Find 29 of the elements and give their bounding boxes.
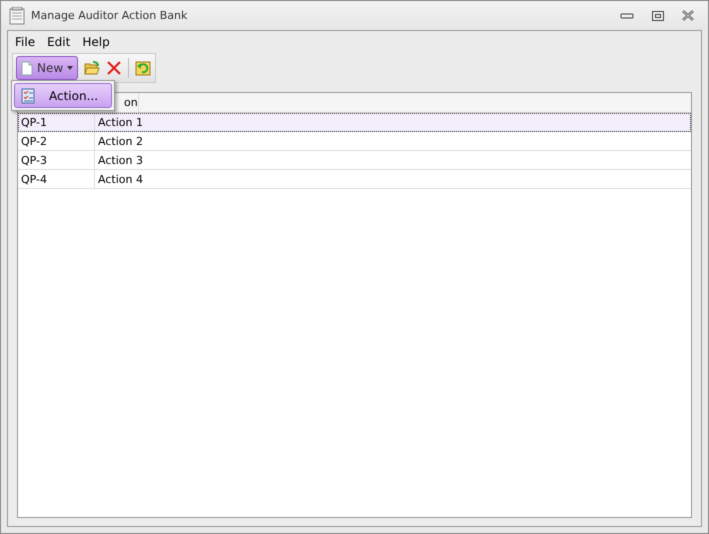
table-cell: Action 3 xyxy=(98,154,143,166)
table-row[interactable]: QP-1 Action 1 xyxy=(18,113,691,132)
close-icon[interactable] xyxy=(682,10,694,21)
table-row[interactable]: QP-3 Action 3 xyxy=(18,151,691,170)
table-cell: QP-3 xyxy=(21,154,48,166)
minimize-icon[interactable] xyxy=(620,12,634,18)
table-cell: QP-4 xyxy=(21,172,48,186)
notepad-icon xyxy=(9,6,25,24)
menu-item[interactable]: Help xyxy=(82,35,110,49)
caret-icon xyxy=(67,66,74,70)
open-folder-icon[interactable] xyxy=(84,61,100,75)
table-cell: Action 4 xyxy=(98,172,143,186)
table-cell: QP-2 xyxy=(21,134,48,148)
table-row[interactable]: QP-2 Action 2 xyxy=(18,132,691,151)
undo-folder-icon[interactable] xyxy=(135,60,152,76)
table-cell: Action 2 xyxy=(98,134,143,148)
menu-item[interactable]: Action... xyxy=(14,83,112,108)
window-title: Manage Auditor Action Bank xyxy=(31,9,188,22)
maximize-icon[interactable] xyxy=(652,10,664,20)
table-cell: Action 1 xyxy=(98,116,143,128)
column-header: on xyxy=(124,95,138,111)
delete-icon[interactable] xyxy=(106,60,122,76)
table-row[interactable]: QP-4 Action 4 xyxy=(18,170,691,189)
table-cell: QP-1 xyxy=(21,116,48,128)
document-icon xyxy=(21,60,33,76)
checklist-icon xyxy=(21,88,35,104)
new-button[interactable]: New xyxy=(16,56,78,80)
menu-item[interactable]: Edit xyxy=(47,35,70,49)
menu-item[interactable]: File xyxy=(15,35,36,49)
